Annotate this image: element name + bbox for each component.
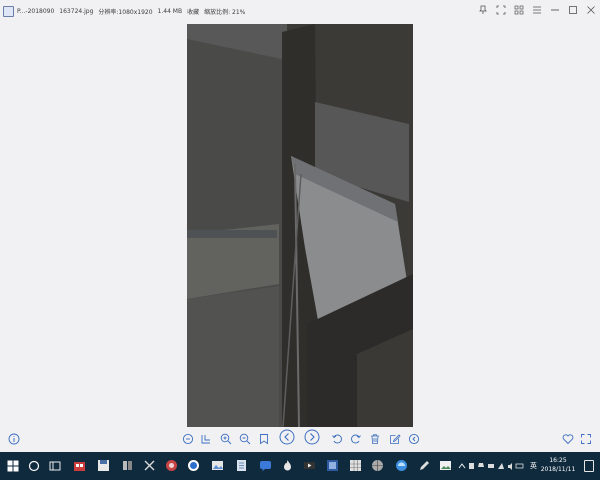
close-icon[interactable] (585, 4, 597, 16)
edit-icon (389, 430, 401, 449)
title-bar: P...-2018090 163724.jpg 分辨率:1080x1920 1.… (0, 0, 600, 22)
edit-button[interactable] (387, 430, 403, 448)
delete-button[interactable] (367, 430, 383, 448)
photos-app-icon (439, 457, 452, 476)
zoom-in-button[interactable] (218, 430, 234, 448)
clock-time: 16:25 (549, 457, 567, 464)
rotate-left-icon (331, 430, 343, 449)
favorite-icon[interactable] (560, 430, 576, 448)
next-button[interactable] (304, 429, 320, 449)
taskbar-app-editor[interactable] (323, 456, 341, 476)
ime-indicator[interactable]: 英 (530, 461, 537, 471)
pin-icon[interactable] (477, 4, 489, 16)
title-filename-prefix: P...-2018090 (17, 7, 55, 15)
rotate-right-button[interactable] (348, 430, 364, 448)
scissors-icon (143, 457, 156, 476)
taskbar-app-video[interactable] (300, 456, 318, 476)
info-icon[interactable] (6, 430, 22, 448)
actual-size-icon (200, 430, 212, 449)
taskbar-app-ball[interactable] (368, 456, 386, 476)
minimize-icon[interactable] (549, 4, 561, 16)
image-app-icon (211, 457, 224, 476)
taskbar-app-doc[interactable] (232, 456, 250, 476)
grid-icon[interactable] (513, 4, 525, 16)
zoom-in-icon (220, 430, 232, 449)
expand-icon[interactable] (578, 430, 594, 448)
taskbar-clock[interactable]: 16:25 2018/11/11 (538, 456, 578, 474)
rotate-left-button[interactable] (329, 430, 345, 448)
app-red-icon (165, 457, 178, 476)
start-button[interactable] (4, 456, 22, 476)
flame-icon (281, 457, 294, 476)
notification-icon[interactable] (584, 460, 594, 472)
taskbar-app-fire[interactable] (278, 456, 296, 476)
globe-icon (187, 457, 200, 476)
bookmark-button[interactable] (256, 430, 272, 448)
title-favorite[interactable]: 收藏 (187, 7, 199, 16)
taskbar-app-photos[interactable] (436, 456, 454, 476)
title-filesize: 1.44 MB (157, 7, 183, 15)
floppy-icon (97, 457, 110, 476)
fit-icon (182, 430, 194, 449)
app-icon (3, 5, 14, 17)
video-icon (303, 457, 316, 476)
store-icon (73, 457, 86, 476)
zoom-out-icon (239, 430, 251, 449)
taskbar-app-red[interactable] (162, 456, 180, 476)
taskbar-app-scissors[interactable] (140, 456, 158, 476)
document-icon (235, 457, 248, 476)
chat-icon (259, 457, 272, 476)
clock-date: 2018/11/11 (540, 466, 576, 473)
pen-icon (418, 457, 431, 476)
taskbar-app-browser[interactable] (184, 456, 202, 476)
fullscreen-icon[interactable] (495, 4, 507, 16)
windows-icon (7, 457, 19, 476)
taskbar-app-save[interactable] (94, 456, 112, 476)
tools-icon (121, 457, 134, 476)
title-zoom: 缩放比例: 21% (204, 8, 246, 16)
taskbar-app-pen[interactable] (415, 456, 433, 476)
system-tray: 英 (458, 458, 537, 474)
task-view-icon (49, 457, 61, 476)
bookmark-icon (258, 430, 270, 449)
menu-icon[interactable] (531, 4, 543, 16)
grid-app-icon (349, 457, 362, 476)
tray-icons[interactable] (458, 460, 528, 472)
editor-icon (326, 457, 339, 476)
taskbar-app-image[interactable] (208, 456, 226, 476)
zoom-out-button[interactable] (237, 430, 253, 448)
chevron-right-icon (304, 429, 320, 449)
taskbar: 英 16:25 2018/11/11 (0, 452, 600, 480)
photo[interactable] (187, 24, 413, 427)
previous-button[interactable] (279, 429, 295, 449)
fit-window-button[interactable] (180, 430, 196, 448)
more-button[interactable] (406, 430, 422, 448)
taskbar-app-edge[interactable] (392, 456, 410, 476)
rotate-right-icon (350, 430, 362, 449)
actual-size-button[interactable] (198, 430, 214, 448)
trash-icon (369, 430, 381, 449)
task-view-button[interactable] (46, 456, 64, 476)
title-resolution: 分辨率:1080x1920 (98, 8, 153, 16)
taskbar-app-store[interactable] (70, 456, 88, 476)
title-filename: 163724.jpg (59, 7, 94, 15)
ball-icon (371, 457, 384, 476)
maximize-icon[interactable] (567, 4, 579, 16)
search-icon (28, 457, 40, 476)
viewer-toolbar (0, 428, 600, 450)
more-icon (408, 430, 420, 449)
chevron-left-icon (279, 429, 295, 449)
taskbar-app-chat[interactable] (256, 456, 274, 476)
edge-icon (395, 457, 408, 476)
photo-scene (187, 24, 413, 427)
search-button[interactable] (25, 456, 43, 476)
taskbar-app-tools[interactable] (118, 456, 136, 476)
taskbar-app-grid[interactable] (346, 456, 364, 476)
image-stage[interactable] (0, 22, 600, 427)
